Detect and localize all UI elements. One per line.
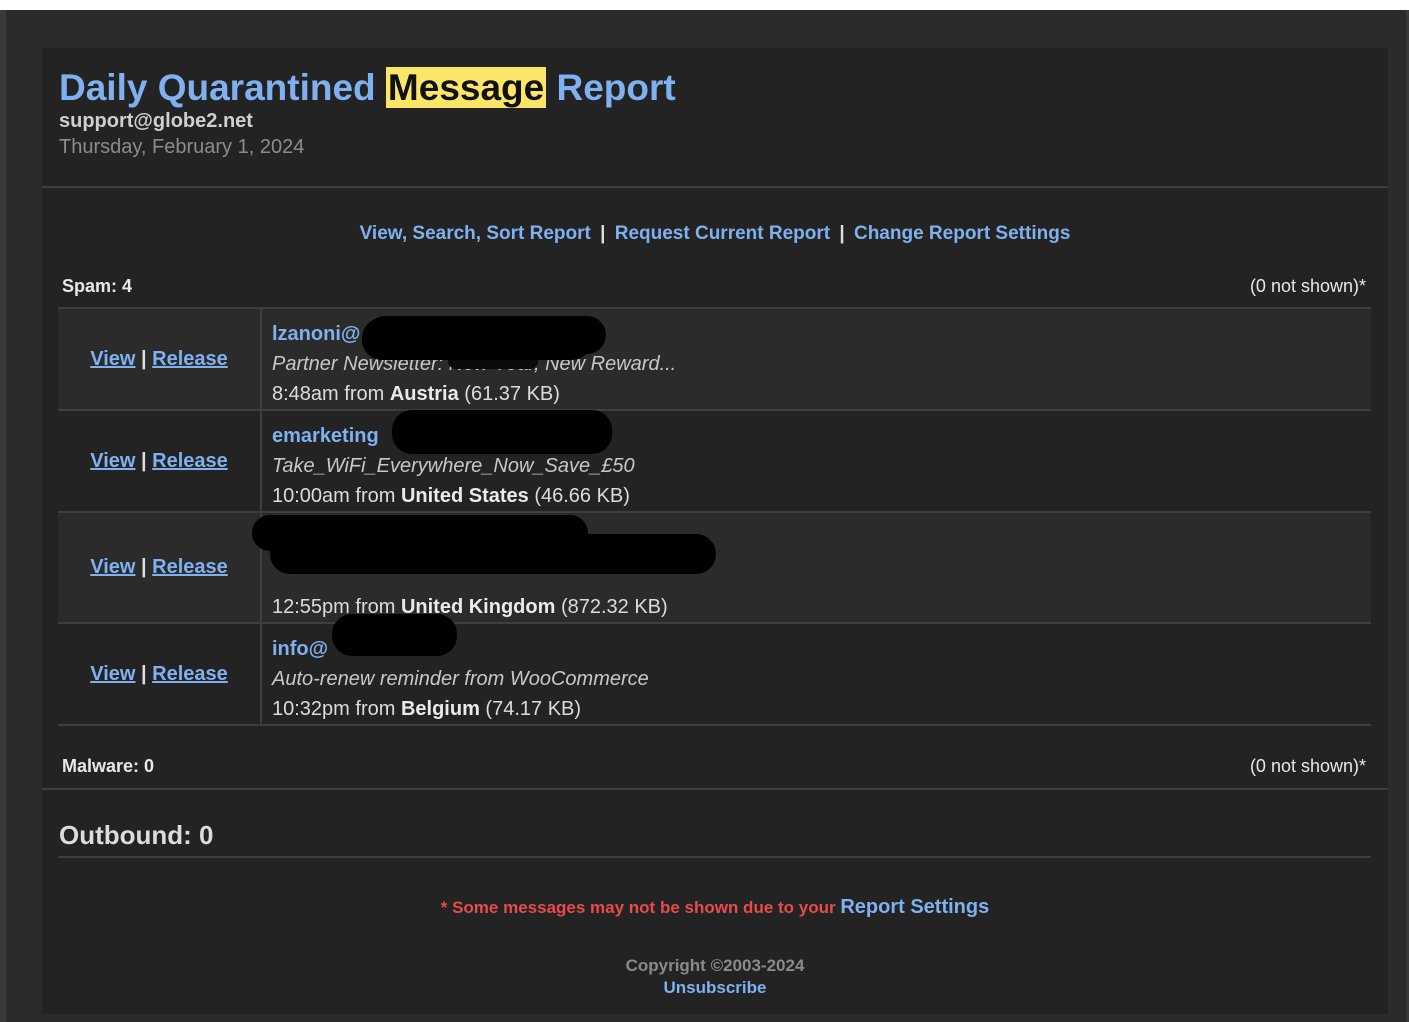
spam-not-shown: (0 not shown)*	[1249, 276, 1366, 296]
outbound-divider	[58, 856, 1371, 858]
view-link[interactable]: View	[90, 348, 135, 370]
message-time: 10:32pm from	[272, 698, 396, 720]
table-row: View | Release info@ Auto-renew reminder…	[58, 623, 1371, 725]
row-actions: View | Release	[58, 623, 262, 725]
title-highlight: Message	[385, 67, 547, 108]
message-country: Austria	[389, 383, 459, 405]
message-size: (872.32 KB)	[560, 596, 668, 618]
row-actions: View | Release	[58, 410, 262, 512]
request-current-report-link[interactable]: Request Current Report	[615, 223, 830, 244]
report-date: Thursday, February 1, 2024	[59, 136, 305, 158]
redaction-mark	[362, 318, 592, 360]
message-country: Belgium	[400, 698, 480, 720]
view-search-sort-link[interactable]: View, Search, Sort Report	[360, 223, 591, 244]
spam-section-header: Spam: 4 (0 not shown)*	[62, 276, 1366, 297]
message-meta: 10:32pm from Belgium (74.17 KB)	[272, 694, 1371, 724]
spam-count: Spam: 4	[62, 276, 133, 296]
message-size: (74.17 KB)	[485, 698, 582, 720]
sender-address[interactable]: lzanoni@	[272, 319, 360, 349]
report-panel: Daily Quarantined Message Report support…	[42, 48, 1388, 1014]
sender-address[interactable]: info@	[272, 634, 328, 664]
top-border	[0, 0, 1409, 10]
footnote-text: * Some messages may not be shown due to …	[440, 898, 841, 917]
release-link[interactable]: Release	[152, 556, 228, 578]
redaction-mark	[270, 534, 716, 574]
title-part: Report	[546, 67, 676, 108]
malware-count: Malware: 0	[62, 756, 155, 776]
release-link[interactable]: Release	[152, 348, 228, 370]
report-nav-links: View, Search, Sort Report | Request Curr…	[42, 223, 1388, 245]
unsubscribe-link[interactable]: Unsubscribe	[664, 978, 767, 997]
redaction-mark	[392, 410, 612, 454]
title-part: Daily Quarantined	[59, 67, 386, 108]
footer: Copyright ©2003-2024 Unsubscribe	[42, 955, 1388, 999]
message-subject: Auto-renew reminder from WooCommerce	[272, 668, 649, 690]
message-meta: 10:00am from United States (46.66 KB)	[272, 481, 1371, 511]
sender-address[interactable]: emarketing	[272, 421, 379, 451]
view-link[interactable]: View	[90, 663, 135, 685]
message-size: (46.66 KB)	[534, 485, 630, 507]
release-link[interactable]: Release	[152, 663, 228, 685]
message-country: United States	[400, 485, 529, 507]
message-time: 8:48am from	[272, 383, 385, 405]
table-row: View | Release emarketing Take_WiFi_Ever…	[58, 410, 1371, 512]
report-title: Daily Quarantined Message Report	[59, 64, 676, 112]
view-link[interactable]: View	[90, 556, 135, 578]
link-separator: |	[839, 223, 845, 244]
link-separator: |	[600, 223, 606, 244]
spam-message-table: View | Release lzanoni@ Partner Newslett…	[58, 307, 1371, 726]
view-link[interactable]: View	[90, 450, 135, 472]
malware-section-header: Malware: 0 (0 not shown)*	[62, 756, 1366, 777]
copyright-text: Copyright ©2003-2024	[625, 956, 805, 975]
message-subject: Take_WiFi_Everywhere_Now_Save_£50	[272, 455, 635, 477]
row-actions: View | Release	[58, 308, 262, 410]
email-frame: Daily Quarantined Message Report support…	[6, 10, 1406, 1022]
release-link[interactable]: Release	[152, 450, 228, 472]
header-divider	[42, 186, 1388, 188]
message-time: 10:00am from	[272, 485, 396, 507]
malware-divider	[42, 788, 1388, 790]
report-settings-link[interactable]: Report Settings	[840, 896, 989, 918]
change-report-settings-link[interactable]: Change Report Settings	[854, 223, 1070, 244]
malware-not-shown: (0 not shown)*	[1249, 756, 1366, 776]
report-header: Daily Quarantined Message Report support…	[59, 64, 676, 160]
message-size: (61.37 KB)	[464, 383, 560, 405]
outbound-count: Outbound: 0	[59, 820, 214, 850]
row-actions: View | Release	[58, 512, 262, 623]
footnote: * Some messages may not be shown due to …	[42, 896, 1388, 919]
message-meta: 8:48am from Austria (61.37 KB)	[272, 379, 1371, 409]
redaction-mark	[332, 614, 457, 656]
table-row: View | Release lzanoni@ Partner Newslett…	[58, 308, 1371, 410]
